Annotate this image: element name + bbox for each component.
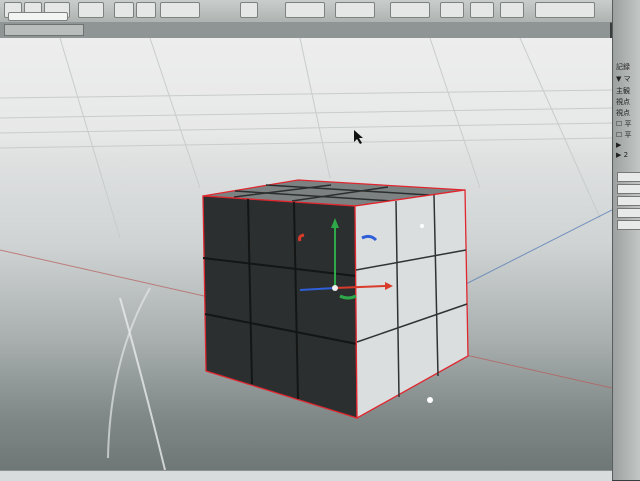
top-toolbar <box>0 0 640 23</box>
panel-field[interactable] <box>617 196 640 206</box>
tool-button[interactable] <box>114 2 134 18</box>
tool-button[interactable] <box>500 2 524 18</box>
viewport-tabbar <box>0 22 610 39</box>
properties-panel: 記録 ▼ マ 主観 視点 視点 ☐ 平 ☐ 平 ▶ ▶ 2 <box>612 0 640 480</box>
tool-button[interactable] <box>285 2 325 18</box>
panel-label: 視点 <box>616 98 630 106</box>
tool-button[interactable] <box>136 2 156 18</box>
status-bar <box>0 470 612 481</box>
cube-right-face[interactable] <box>354 189 469 420</box>
tool-button[interactable] <box>535 2 595 18</box>
tool-button[interactable] <box>440 2 464 18</box>
viewport-tab[interactable] <box>4 24 84 36</box>
mode-dropdown[interactable] <box>8 12 68 21</box>
panel-label: 視点 <box>616 109 630 117</box>
tool-button[interactable] <box>335 2 375 18</box>
tool-button[interactable] <box>470 2 494 18</box>
tool-button[interactable] <box>160 2 200 18</box>
panel-field[interactable] <box>617 184 640 194</box>
image-icon[interactable] <box>78 2 104 18</box>
3d-viewport[interactable] <box>0 38 612 470</box>
tool-button[interactable] <box>240 2 258 18</box>
panel-label: 主観 <box>616 87 630 95</box>
curve-line <box>119 297 166 470</box>
panel-field[interactable] <box>617 172 640 182</box>
panel-checkbox[interactable]: ☐ 平 <box>616 119 640 129</box>
panel-expand-toggle[interactable]: ▶ 2 <box>616 150 640 160</box>
panel-expand-toggle[interactable]: ▶ <box>616 140 640 150</box>
cube-front-face[interactable] <box>202 195 358 419</box>
panel-field[interactable] <box>617 208 640 218</box>
panel-section-toggle[interactable]: ▼ マ <box>616 74 640 84</box>
panel-field[interactable] <box>617 220 640 230</box>
panel-label: 記録 <box>616 63 630 71</box>
curve-line <box>107 287 151 459</box>
tool-button[interactable] <box>390 2 430 18</box>
viewport-canvas <box>0 38 612 470</box>
panel-checkbox[interactable]: ☐ 平 <box>616 130 640 140</box>
